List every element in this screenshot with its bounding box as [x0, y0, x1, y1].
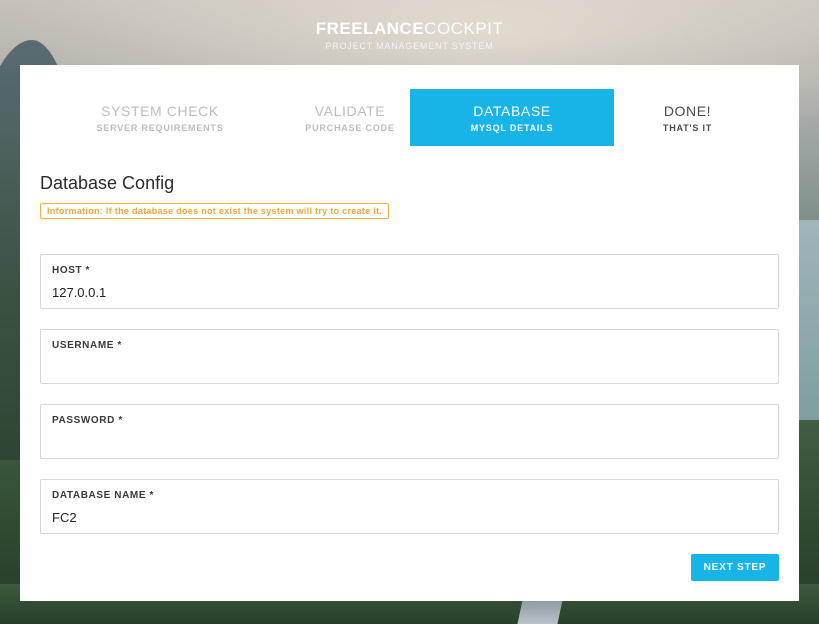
username-field[interactable]: USERNAME *	[40, 329, 779, 384]
brand-title-bold: FREELANCE	[315, 19, 425, 38]
step-title: DATABASE	[473, 103, 551, 119]
installer-card: SYSTEM CHECK SERVER REQUIREMENTS VALIDAT…	[20, 65, 799, 601]
host-field[interactable]: HOST *	[40, 254, 779, 309]
host-input[interactable]	[51, 282, 751, 302]
step-done[interactable]: DONE! THAT'S IT	[615, 89, 760, 146]
username-label: USERNAME *	[52, 340, 122, 351]
brand-title-light: COCKPIT	[424, 19, 504, 38]
database-name-label: DATABASE NAME *	[52, 490, 154, 501]
step-title: DONE!	[663, 103, 712, 119]
step-subtitle: THAT'S IT	[662, 123, 713, 133]
database-name-field[interactable]: DATABASE NAME *	[40, 479, 779, 534]
next-step-button[interactable]: NEXT STEP	[691, 554, 779, 581]
host-label: HOST *	[52, 265, 91, 276]
info-notice: Information: If the database does not ex…	[40, 203, 390, 219]
road	[517, 600, 563, 624]
step-system-check[interactable]: SYSTEM CHECK SERVER REQUIREMENTS	[60, 89, 260, 146]
username-input[interactable]	[51, 357, 751, 377]
step-database-active[interactable]: DATABASE MYSQL DETAILS	[410, 89, 614, 146]
password-input[interactable]	[51, 432, 751, 452]
wizard-steps: SYSTEM CHECK SERVER REQUIREMENTS VALIDAT…	[40, 89, 779, 146]
step-subtitle: SERVER REQUIREMENTS	[96, 123, 224, 133]
database-name-input[interactable]	[51, 507, 751, 527]
step-title: SYSTEM CHECK	[101, 103, 219, 119]
step-subtitle: MYSQL DETAILS	[470, 123, 554, 133]
brand-header: FREELANCECOCKPIT PROJECT MANAGEMENT SYST…	[0, 18, 819, 51]
page-title: Database Config	[40, 173, 175, 193]
brand-logo-text: FREELANCECOCKPIT	[0, 18, 819, 40]
password-field[interactable]: PASSWORD *	[40, 404, 779, 459]
password-label: PASSWORD *	[52, 415, 123, 426]
brand-subtitle: PROJECT MANAGEMENT SYSTEM	[325, 41, 494, 51]
